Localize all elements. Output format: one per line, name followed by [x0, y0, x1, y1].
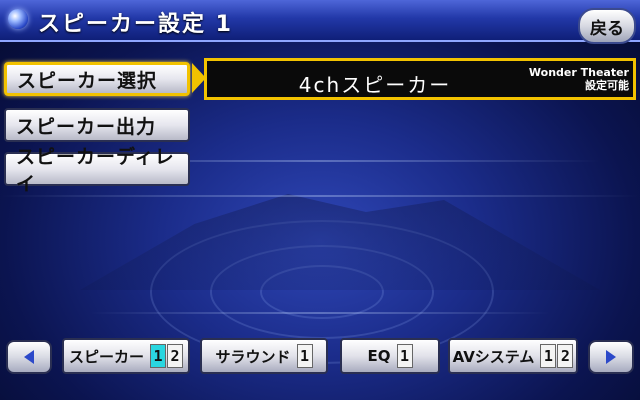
tab-label: EQ	[367, 347, 391, 365]
orb-icon	[8, 9, 28, 29]
page-indicator: 1	[396, 344, 413, 368]
triangle-left-icon	[24, 350, 34, 364]
page-number[interactable]: 2	[557, 344, 574, 368]
note-line-1: Wonder Theater	[528, 66, 629, 79]
tab-speaker[interactable]: スピーカー 1 2	[62, 338, 190, 374]
title-bar: スピーカー設定 1	[0, 0, 640, 42]
page-number[interactable]: 1	[540, 344, 557, 368]
next-button[interactable]	[588, 340, 634, 374]
page-indicator: 1	[296, 344, 313, 368]
tab-eq[interactable]: EQ 1	[340, 338, 440, 374]
page-indicator: 1 2	[540, 344, 574, 368]
speaker-value: 4chスピーカー	[298, 73, 452, 97]
page-number[interactable]: 1	[150, 344, 166, 368]
tab-label: AVシステム	[452, 347, 535, 366]
speaker-select-panel[interactable]: 4chスピーカー Wonder Theater 設定可能	[204, 58, 636, 100]
note-line-2: 設定可能	[585, 79, 629, 92]
page-number[interactable]: 1	[296, 344, 313, 368]
wonder-theater-note: Wonder Theater 設定可能	[529, 66, 629, 92]
prev-button[interactable]	[6, 340, 52, 374]
speaker-output-button[interactable]: スピーカー出力	[4, 108, 190, 142]
speaker-select-button[interactable]: スピーカー選択	[4, 62, 190, 96]
triangle-right-icon	[606, 350, 616, 364]
page-indicator: 1 2	[150, 344, 183, 368]
speaker-delay-button[interactable]: スピーカーディレイ	[4, 146, 190, 195]
bg-streak	[90, 312, 550, 314]
tab-surround[interactable]: サラウンド 1	[200, 338, 328, 374]
page-number[interactable]: 2	[167, 344, 183, 368]
page-title: スピーカー設定 1	[38, 12, 233, 37]
back-button[interactable]: 戻る	[578, 8, 636, 44]
tab-label: サラウンド	[215, 347, 291, 366]
screen: スピーカー設定 1 戻る スピーカー選択 スピーカー出力 スピーカーディレイ 4…	[0, 0, 640, 400]
tab-label: スピーカー	[68, 347, 144, 366]
page-number[interactable]: 1	[396, 344, 413, 368]
tab-av-system[interactable]: AVシステム 1 2	[448, 338, 578, 374]
